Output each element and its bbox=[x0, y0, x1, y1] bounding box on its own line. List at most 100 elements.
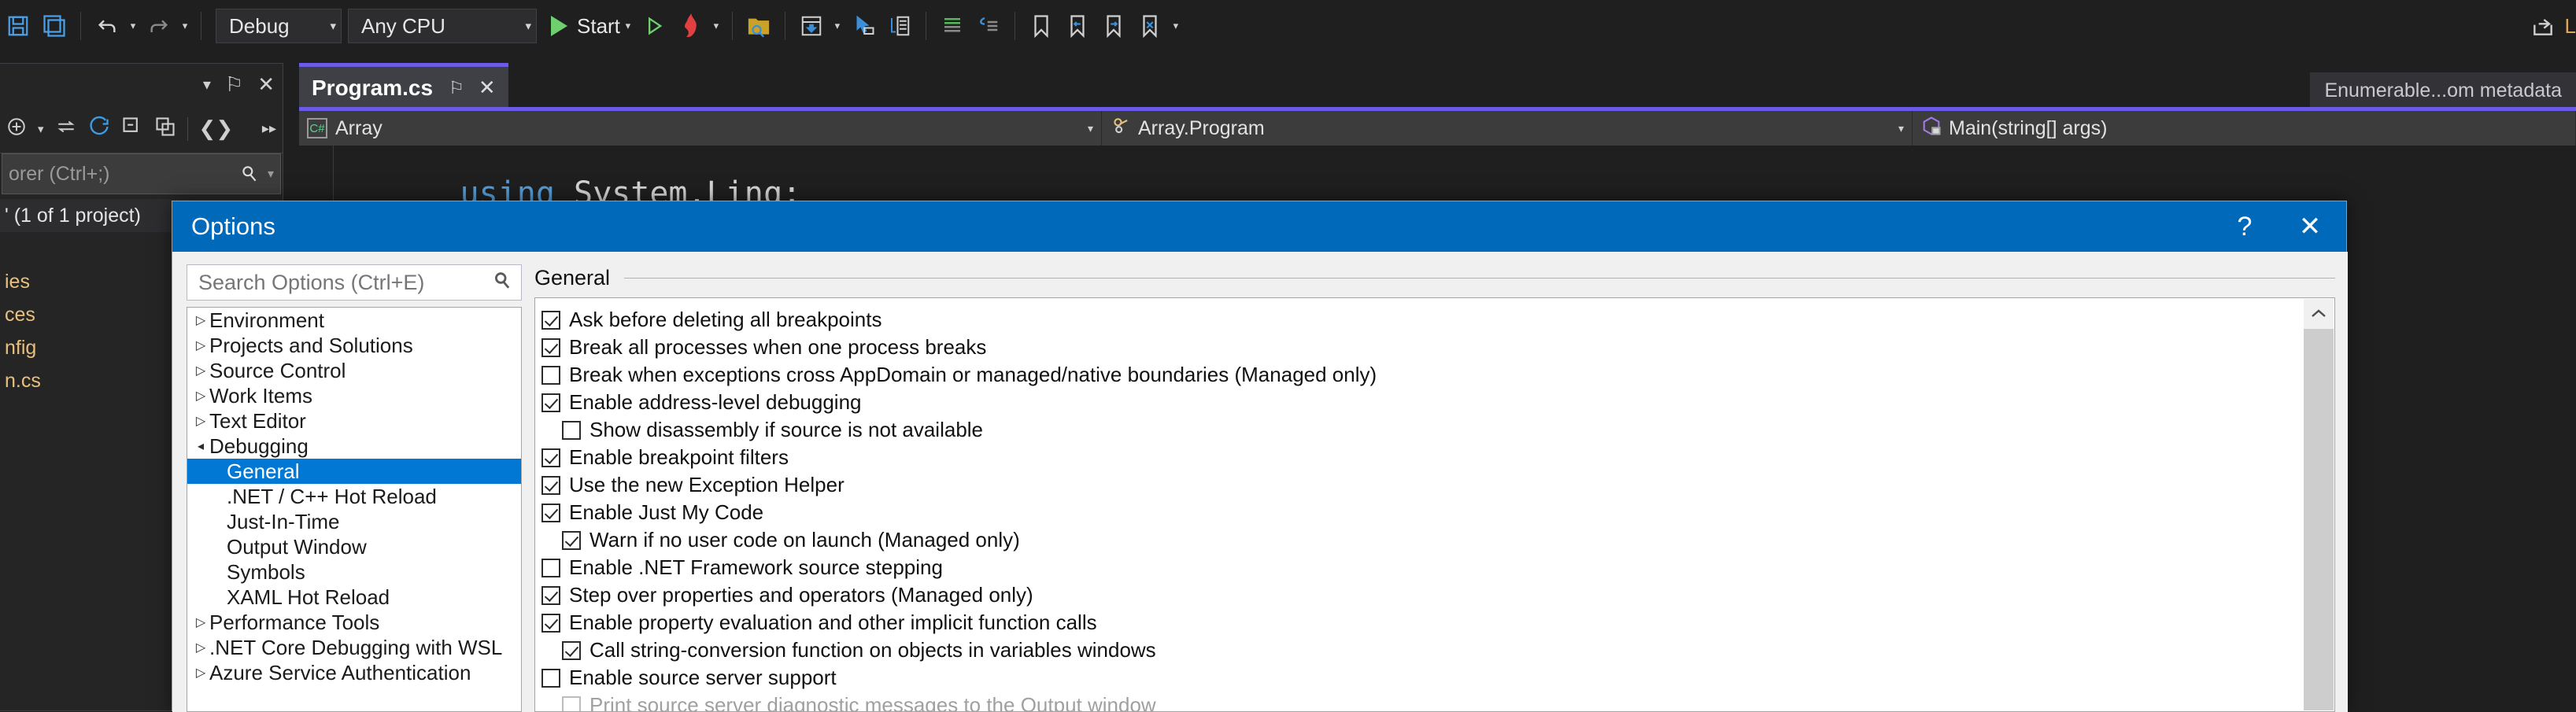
checkbox-show-disassembly-if-source-not-available[interactable] bbox=[562, 421, 581, 440]
option-row[interactable]: Enable .NET Framework source stepping bbox=[541, 554, 2334, 581]
checkbox-enable-breakpoint-filters[interactable] bbox=[541, 448, 560, 467]
save-all-icon[interactable] bbox=[36, 8, 72, 44]
expander-icon[interactable]: ▷ bbox=[192, 665, 209, 681]
tree-item-xaml-hot-reload[interactable]: XAML Hot Reload bbox=[187, 585, 521, 610]
option-row[interactable]: Call string-conversion function on objec… bbox=[541, 636, 2334, 664]
checkbox-enable-property-evaluation[interactable] bbox=[541, 614, 560, 633]
undo-dropdown-caret[interactable]: ▾ bbox=[125, 8, 141, 44]
option-row[interactable]: Step over properties and operators (Mana… bbox=[541, 581, 2334, 609]
checkbox-enable-address-level-debugging[interactable] bbox=[541, 393, 560, 412]
search-icon[interactable] bbox=[491, 270, 513, 296]
collapse-all-icon[interactable] bbox=[121, 116, 143, 142]
scrollbar-thumb[interactable] bbox=[2304, 329, 2334, 710]
save-icon[interactable] bbox=[0, 8, 36, 44]
tree-item-dotnet-cpp-hot-reload[interactable]: .NET / C++ Hot Reload bbox=[187, 484, 521, 509]
tree-item-source-control[interactable]: ▷Source Control bbox=[187, 358, 521, 383]
option-row[interactable]: Use the new Exception Helper bbox=[541, 471, 2334, 499]
select-element-icon[interactable] bbox=[845, 8, 881, 44]
redo-dropdown-caret[interactable]: ▾ bbox=[177, 8, 193, 44]
collapse-icon[interactable]: ◂ bbox=[192, 438, 209, 454]
views-caret-icon[interactable]: ▾ bbox=[38, 122, 44, 136]
close-icon[interactable]: ✕ bbox=[479, 76, 496, 100]
tree-item-projects-and-solutions[interactable]: ▷Projects and Solutions bbox=[187, 333, 521, 358]
checkbox-ask-before-deleting-all-breakpoints[interactable] bbox=[541, 311, 560, 330]
option-row[interactable]: Warn if no user code on launch (Managed … bbox=[541, 526, 2334, 554]
expander-icon[interactable]: ▷ bbox=[192, 388, 209, 404]
option-row[interactable]: Enable property evaluation and other imp… bbox=[541, 609, 2334, 636]
search-dropdown-caret[interactable]: ▾ bbox=[268, 166, 274, 182]
expander-icon[interactable]: ▷ bbox=[192, 640, 209, 655]
sync-with-active-document-icon[interactable] bbox=[55, 116, 77, 141]
expander-icon[interactable]: ▷ bbox=[192, 363, 209, 378]
expander-icon[interactable]: ▷ bbox=[192, 614, 209, 630]
redo-icon[interactable] bbox=[141, 8, 177, 44]
tree-item-output-window[interactable]: Output Window bbox=[187, 534, 521, 559]
find-in-files-icon[interactable] bbox=[741, 8, 777, 44]
undo-icon[interactable] bbox=[89, 8, 125, 44]
option-row[interactable]: Show disassembly if source is not availa… bbox=[541, 416, 2334, 444]
refresh-icon[interactable] bbox=[88, 116, 110, 142]
configuration-combobox[interactable]: Debug ▾ bbox=[216, 9, 342, 43]
checkbox-warn-if-no-user-code-on-launch[interactable] bbox=[562, 531, 581, 550]
tree-item-azure-service-authentication[interactable]: ▷Azure Service Authentication bbox=[187, 660, 521, 685]
navbar-type-dropdown[interactable]: Array.Program ▾ bbox=[1102, 111, 1913, 146]
expander-icon[interactable]: ▷ bbox=[192, 413, 209, 429]
option-row[interactable]: Break all processes when one process bre… bbox=[541, 334, 2334, 361]
hot-reload-icon[interactable] bbox=[672, 8, 708, 44]
tree-item-debugging[interactable]: ◂Debugging bbox=[187, 433, 521, 459]
checkbox-enable-just-my-code[interactable] bbox=[541, 504, 560, 522]
tree-item-general[interactable]: General bbox=[187, 459, 521, 484]
tree-item-dotnet-core-debugging-wsl[interactable]: ▷.NET Core Debugging with WSL bbox=[187, 635, 521, 660]
clear-bookmarks-icon[interactable] bbox=[1132, 8, 1168, 44]
play-icon[interactable] bbox=[551, 16, 567, 36]
home-icon[interactable] bbox=[6, 116, 27, 141]
tab-metadata[interactable]: Enumerable...om metadata bbox=[2310, 72, 2576, 109]
search-icon[interactable]: ▾ bbox=[239, 164, 274, 184]
open-window-caret[interactable]: ▾ bbox=[830, 8, 845, 44]
checkbox-step-over-properties-and-operators[interactable] bbox=[541, 586, 560, 605]
search-input[interactable]: Search Options (Ctrl+E) bbox=[187, 264, 522, 301]
undo-format-icon[interactable] bbox=[970, 8, 1007, 44]
pin-icon[interactable]: ⚐ bbox=[225, 72, 243, 97]
start-dropdown-caret[interactable]: ▾ bbox=[620, 8, 636, 44]
checkbox-enable-source-server-support[interactable] bbox=[541, 669, 560, 688]
navbar-project-dropdown[interactable]: C# Array ▾ bbox=[299, 111, 1102, 146]
hot-reload-dropdown-caret[interactable]: ▾ bbox=[708, 8, 724, 44]
tree-item-text-editor[interactable]: ▷Text Editor bbox=[187, 408, 521, 433]
tab-program-cs[interactable]: Program.cs ⚐ ✕ bbox=[299, 63, 508, 109]
options-category-tree[interactable]: ▷Environment ▷Projects and Solutions ▷So… bbox=[187, 307, 522, 712]
start-without-debugging-icon[interactable] bbox=[636, 8, 672, 44]
checkbox-call-string-conversion-function[interactable] bbox=[562, 641, 581, 660]
options-checkbox-list[interactable]: Ask before deleting all breakpoints Brea… bbox=[534, 297, 2335, 712]
tree-item-symbols[interactable]: Symbols bbox=[187, 559, 521, 585]
option-row[interactable]: Break when exceptions cross AppDomain or… bbox=[541, 361, 2334, 389]
previous-bookmark-icon[interactable] bbox=[1059, 8, 1096, 44]
live-visual-tree-icon[interactable] bbox=[881, 8, 918, 44]
share-button[interactable]: L bbox=[2530, 13, 2576, 39]
toolbar-overflow-icon[interactable]: ▸▸ bbox=[262, 120, 276, 137]
option-row[interactable]: Ask before deleting all breakpoints bbox=[541, 306, 2334, 334]
expander-icon[interactable]: ▷ bbox=[192, 338, 209, 353]
tree-item-performance-tools[interactable]: ▷Performance Tools bbox=[187, 610, 521, 635]
option-row[interactable]: Enable address-level debugging bbox=[541, 389, 2334, 416]
panel-dropdown-caret[interactable]: ▾ bbox=[203, 75, 211, 94]
checkbox-enable-dotnet-framework-source-stepping[interactable] bbox=[541, 559, 560, 577]
checkbox-break-all-processes[interactable] bbox=[541, 338, 560, 357]
options-scrollbar[interactable] bbox=[2304, 299, 2334, 710]
option-row[interactable]: Enable Just My Code bbox=[541, 499, 2334, 526]
next-bookmark-icon[interactable] bbox=[1096, 8, 1132, 44]
bookmark-icon[interactable] bbox=[1023, 8, 1059, 44]
navbar-member-dropdown[interactable]: Main(string[] args) bbox=[1913, 111, 2576, 146]
close-icon[interactable]: ✕ bbox=[257, 72, 275, 97]
help-icon[interactable]: ? bbox=[2216, 201, 2274, 252]
tree-item-environment[interactable]: ▷Environment bbox=[187, 308, 521, 333]
platform-combobox[interactable]: Any CPU ▾ bbox=[348, 9, 537, 43]
show-all-files-icon[interactable]: ❮❯ bbox=[199, 116, 234, 141]
properties-window-icon[interactable] bbox=[154, 116, 176, 142]
option-row[interactable]: Enable breakpoint filters bbox=[541, 444, 2334, 471]
chevron-down-icon-4[interactable]: ▾ bbox=[1887, 122, 1904, 135]
expander-icon[interactable]: ▷ bbox=[192, 312, 209, 328]
format-document-icon[interactable] bbox=[934, 8, 970, 44]
open-window-icon[interactable] bbox=[793, 8, 830, 44]
scroll-up-icon[interactable] bbox=[2304, 299, 2334, 329]
